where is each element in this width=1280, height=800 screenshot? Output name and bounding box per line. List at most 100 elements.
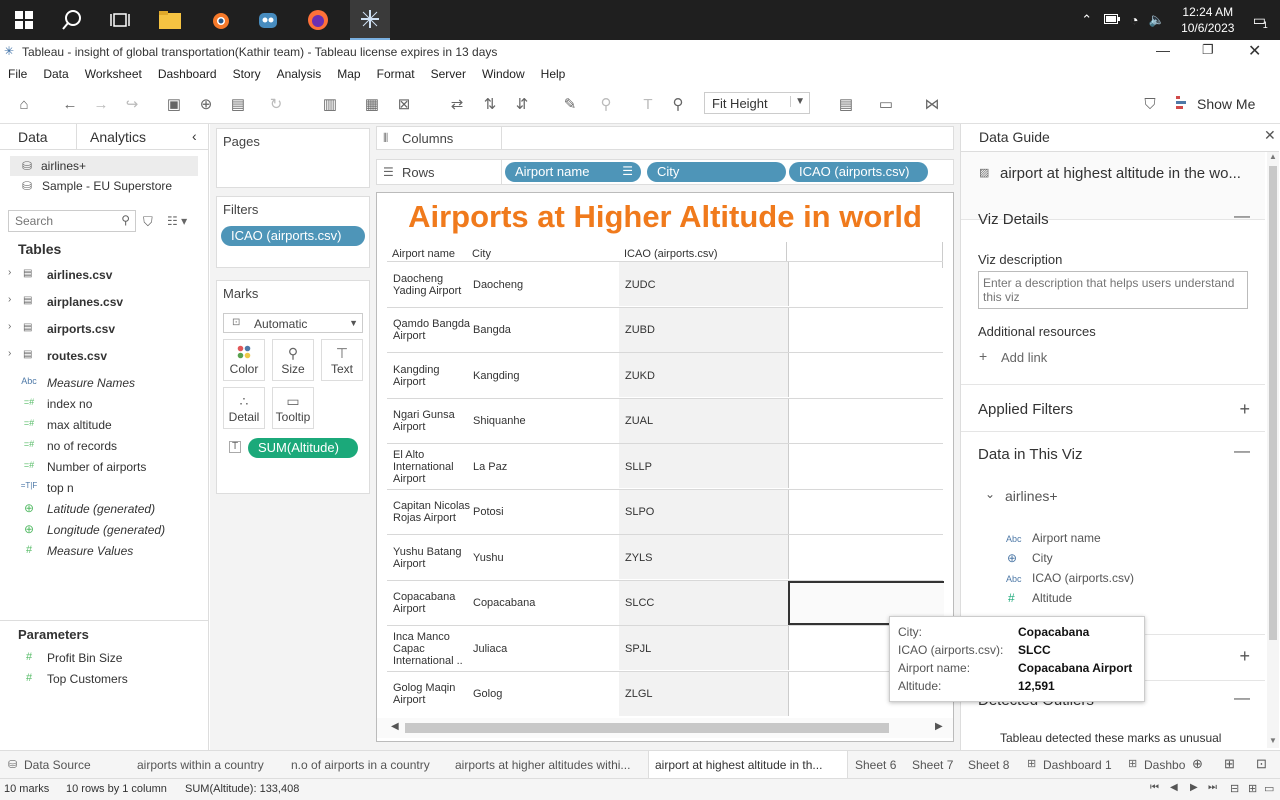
dg-field-altitude[interactable]: Altitude [1032, 591, 1072, 605]
table-row[interactable]: Inca Manco Capac International .. Juliaca… [387, 625, 943, 670]
city-cell[interactable]: Bangda [473, 308, 511, 353]
airport-name-cell[interactable]: Yushu Batang Airport [393, 535, 471, 580]
icao-cell[interactable]: SLLP [625, 444, 652, 489]
text-button[interactable]: ⊤ Text [321, 339, 363, 381]
add-link-button[interactable]: Add link [1001, 350, 1047, 365]
filters-card[interactable]: Filters ICAO (airports.csv) [216, 196, 370, 268]
mark-cell[interactable] [788, 307, 944, 352]
tooltip-button[interactable]: ▭ Tooltip [272, 387, 314, 429]
data-in-viz-header[interactable]: Data in This Viz [978, 446, 1083, 463]
marks-card[interactable]: Marks ⊡ Automatic ▼ Color ⚲ Size ⊤ Text … [216, 280, 370, 494]
new-dashboard-icon[interactable]: ⊞ [1224, 756, 1235, 772]
table-item[interactable]: › ▤ airlines.csv [0, 265, 209, 286]
scroll-up-icon[interactable]: ▲ [1269, 152, 1277, 161]
chevron-right-icon[interactable]: › [8, 321, 11, 332]
highlight-icon[interactable]: ✎ [560, 95, 580, 115]
clock[interactable]: 12:24 AM 10/6/2023 [1173, 4, 1243, 36]
city-cell[interactable]: Potosi [473, 490, 504, 535]
tab-dashboard-1[interactable]: Dashboard 1 [1043, 758, 1112, 772]
header-icao[interactable]: ICAO (airports.csv) [624, 248, 718, 260]
expand-icon[interactable]: + [1239, 646, 1250, 667]
table-item[interactable]: › ▤ routes.csv [0, 346, 209, 367]
mark-cell[interactable] [788, 262, 944, 306]
menu-window[interactable]: Window [474, 64, 533, 81]
tab-data[interactable]: Data [18, 129, 48, 145]
menu-file[interactable]: File [0, 64, 35, 81]
field-no-of-records[interactable]: =# no of records [0, 436, 209, 457]
view-options-icon[interactable]: ☷ ▾ [167, 214, 187, 228]
scroll-thumb[interactable] [1269, 166, 1277, 640]
table-row[interactable]: Kangding Airport Kangding ZUKD [387, 352, 943, 397]
mark-cell[interactable] [788, 489, 944, 534]
sort-descending-icon[interactable]: ⇵ [512, 95, 532, 115]
menu-help[interactable]: Help [533, 64, 574, 81]
duplicate-sheet-icon[interactable]: ▦ [362, 95, 382, 115]
scroll-thumb[interactable] [405, 723, 889, 733]
minimize-icon[interactable]: — [1156, 42, 1170, 58]
airport-name-cell[interactable]: Qamdo Bangda Airport [393, 308, 471, 353]
expand-icon[interactable]: + [1239, 399, 1250, 420]
pages-card[interactable]: Pages [216, 128, 370, 188]
scroll-left-icon[interactable]: ◀ [391, 721, 399, 732]
field-longitude[interactable]: ⊕ Longitude (generated) [0, 520, 209, 541]
icao-cell[interactable]: ZUBD [625, 308, 655, 353]
redo-icon[interactable]: → [91, 95, 111, 115]
notification-icon[interactable]: ▭ 1 [1253, 12, 1268, 30]
mark-type-dropdown[interactable]: ⊡ Automatic ▼ [223, 313, 363, 333]
header-city[interactable]: City [472, 248, 491, 260]
icao-cell[interactable]: ZYLS [625, 535, 653, 580]
show-cards-icon[interactable]: ▤ [836, 95, 856, 115]
last-sheet-icon[interactable]: ⏭ [1208, 782, 1217, 793]
clear-sheet-icon[interactable]: ⊠ [394, 95, 414, 115]
volume-icon[interactable]: 🔈 [1149, 12, 1165, 28]
viz-description-input[interactable] [978, 271, 1248, 309]
city-cell[interactable]: Yushu [473, 535, 504, 580]
icao-cell[interactable]: SLCC [625, 581, 654, 626]
row-pill-city[interactable]: City [647, 162, 786, 182]
icao-cell[interactable]: ZUDC [625, 262, 656, 307]
scroll-down-icon[interactable]: ▼ [1269, 736, 1277, 745]
table-row[interactable]: Golog Maqin Airport Golog ZLGL [387, 670, 943, 717]
mark-cell[interactable] [788, 535, 944, 579]
search-input[interactable] [9, 211, 113, 231]
table-row[interactable]: Capitan Nicolas Rojas Airport Potosi SLPO [387, 488, 944, 535]
show-labels-icon[interactable]: T [638, 95, 658, 115]
field-max-altitude[interactable]: =# max altitude [0, 415, 209, 436]
tab-data-source[interactable]: Data Source [24, 758, 91, 772]
tab-airports-higher-altitudes[interactable]: airports at higher altitudes withi... [455, 758, 630, 772]
battery-icon[interactable] [1104, 13, 1121, 27]
search-field[interactable]: ⚲ [8, 210, 136, 232]
detail-button[interactable]: ∴ Detail [223, 387, 265, 429]
chevron-right-icon[interactable]: › [8, 294, 11, 305]
group-icon[interactable]: ⚲ [596, 95, 616, 115]
dg-field-city[interactable]: City [1032, 551, 1053, 565]
icao-cell[interactable]: ZLGL [625, 672, 653, 717]
city-cell[interactable]: Kangding [473, 353, 520, 398]
close-icon[interactable]: ✕ [1264, 127, 1276, 144]
airport-name-cell[interactable]: Inca Manco Capac International .. [393, 626, 471, 671]
tab-sheet-8[interactable]: Sheet 8 [968, 758, 1009, 772]
menu-map[interactable]: Map [329, 64, 368, 81]
new-worksheet-icon[interactable]: ▥ [320, 95, 340, 115]
airport-name-cell[interactable]: Kangding Airport [393, 353, 471, 398]
table-row[interactable]: Yushu Batang Airport Yushu ZYLS [387, 534, 943, 579]
menu-format[interactable]: Format [369, 64, 423, 81]
table-row[interactable]: El Alto International Airport La Paz SLLP [387, 443, 943, 488]
menu-worksheet[interactable]: Worksheet [77, 64, 150, 81]
save-icon[interactable]: ▣ [164, 95, 184, 115]
next-sheet-icon[interactable]: ▶ [1190, 782, 1198, 793]
dg-field-airport-name[interactable]: Airport name [1032, 531, 1101, 545]
viz-details-header[interactable]: Viz Details [978, 211, 1049, 228]
table-row[interactable]: Copacabana Airport Copacabana SLCC [387, 579, 944, 626]
share-icon[interactable]: ⋈ [922, 95, 942, 115]
icao-cell[interactable]: SPJL [625, 626, 651, 671]
icao-cell[interactable]: SLPO [625, 490, 654, 535]
airport-name-cell[interactable]: Ngari Gunsa Airport [393, 399, 471, 444]
horizontal-scrollbar[interactable]: ◀ ▶ [377, 718, 953, 738]
pin-axes-icon[interactable]: ⚲ [668, 95, 688, 115]
field-top-n[interactable]: =T|F top n [0, 478, 209, 499]
city-cell[interactable]: Daocheng [473, 262, 523, 307]
tab-dashboard-2[interactable]: Dashbo [1144, 758, 1186, 772]
tab-sheet-7[interactable]: Sheet 7 [912, 758, 953, 772]
mark-cell[interactable] [788, 398, 944, 443]
